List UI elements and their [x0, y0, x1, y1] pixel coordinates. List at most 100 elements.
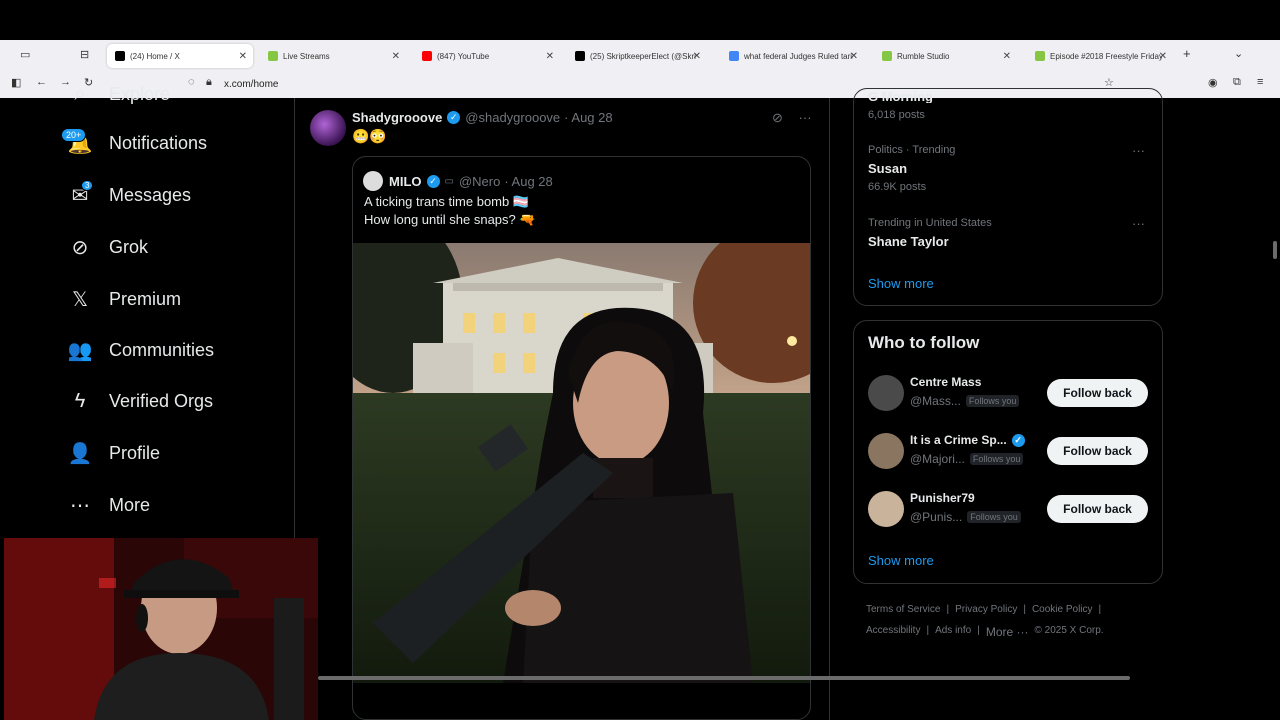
back-icon[interactable]: ← — [36, 76, 47, 88]
nav-item-notifications[interactable]: 🔔 Notifications — [66, 128, 208, 158]
footer-link[interactable]: More ··· — [986, 625, 1029, 639]
footer-link[interactable]: © 2025 X Corp. — [1035, 625, 1104, 639]
nav-label: Premium — [109, 288, 182, 309]
follow-suggestion-row[interactable]: Punisher79 @Punis... Follows you Follow bac… — [868, 489, 1153, 529]
grok-explain-icon[interactable]: ⊘ — [772, 110, 783, 125]
tab-close-icon[interactable]: ✕ — [239, 51, 247, 62]
tab-label: (25) SkriptkeeperElect (@Skript — [590, 51, 696, 61]
footer-separator: | — [926, 625, 930, 636]
follow-suggestion-row[interactable]: Centre Mass @Mass... Follows you Follow bac… — [868, 373, 1153, 413]
browser-tab[interactable]: Episode #2018 Freestyle Friday ✕ — [1027, 44, 1173, 68]
quote-photo-image — [353, 243, 810, 683]
lock-icon[interactable]: 🔒︎ — [206, 76, 212, 89]
nav-item-profile[interactable]: 👤 Profile — [66, 438, 160, 468]
trend-context: Trending in United States — [868, 217, 992, 229]
follows-you-badge: Follows you — [969, 453, 1024, 465]
tab-close-icon[interactable]: ✕ — [1159, 51, 1167, 62]
tab-label: Rumble Studio — [897, 51, 950, 61]
quote-text-line1: A ticking trans time bomb 🏳️‍⚧️ — [364, 194, 530, 209]
tweet-date[interactable]: · Aug 28 — [564, 110, 612, 125]
nav-explore-partial[interactable]: ⌕ Explore — [66, 84, 170, 104]
tweet-author-name[interactable]: Shadygrooove — [352, 110, 442, 125]
footer-link[interactable]: Terms of Service — [866, 604, 940, 615]
follow-back-button[interactable]: Follow back — [1047, 437, 1148, 465]
shield-icon[interactable]: ◌ — [188, 76, 195, 88]
tab-strip: ▭ ⊟ (24) Home / X ✕ Live Streams ✕ (847) You… — [0, 40, 1280, 70]
tab-overview-icon[interactable]: ⊟ — [80, 48, 89, 61]
trend-context: Politics · Trending — [868, 144, 956, 156]
tab-close-icon[interactable]: ✕ — [546, 51, 554, 62]
nav-label: Notifications — [109, 132, 208, 153]
footer-separator: | — [1023, 604, 1026, 615]
person-icon: 👤 — [67, 442, 93, 465]
trends-show-more[interactable]: Show more — [868, 276, 934, 291]
tweet-author-avatar[interactable] — [310, 110, 346, 146]
verified-badge-icon: ✓ — [447, 111, 461, 124]
avatar[interactable] — [868, 375, 904, 411]
tab-favicon-icon — [882, 51, 892, 61]
trend-more-icon[interactable]: ··· — [1132, 143, 1145, 158]
tab-favicon-icon — [575, 51, 585, 61]
footer-link[interactable]: Privacy Policy — [955, 604, 1017, 615]
footer-link[interactable]: Ads info — [935, 625, 971, 639]
more-circle-icon: ⋯ — [70, 494, 90, 517]
browser-tab[interactable]: (25) SkriptkeeperElect (@Skript ✕ — [567, 44, 707, 68]
nav-item-more[interactable]: ⋯ More — [66, 490, 150, 520]
avatar[interactable] — [868, 491, 904, 527]
account-icon[interactable]: ◉ — [1208, 76, 1218, 89]
new-tab-button[interactable]: + — [1183, 46, 1191, 61]
nav-label: More — [109, 494, 151, 515]
follow-suggestion-row[interactable]: It is a Crime Sp... ✓ @Majori... Follows yo… — [868, 431, 1153, 471]
sidebar-icon[interactable]: ◧ — [11, 76, 21, 89]
follow-back-button[interactable]: Follow back — [1047, 379, 1148, 407]
tab-list-chevron-icon[interactable]: ⌄ — [1234, 47, 1243, 60]
quoted-tweet[interactable]: MILO ✓ ▭ @Nero · Aug 28 A ticking trans … — [352, 156, 811, 720]
horizontal-scrollbar[interactable] — [318, 676, 1130, 680]
who-to-follow-show-more[interactable]: Show more — [868, 553, 934, 568]
search-icon: ⌕ — [74, 84, 86, 104]
avatar[interactable] — [868, 433, 904, 469]
browser-tab[interactable]: Live Streams ✕ — [260, 44, 406, 68]
tab-favicon-icon — [422, 51, 432, 61]
footer-links-row1: Terms of Service | Privacy Policy | Cookie P… — [866, 604, 1101, 615]
tab-close-icon[interactable]: ✕ — [392, 51, 400, 62]
browser-tab[interactable]: (24) Home / X ✕ — [107, 44, 253, 68]
tweet-more-icon[interactable]: ··· — [799, 110, 812, 125]
suggested-user-name: It is a Crime Sp... ✓ — [910, 433, 1030, 447]
nav-label: Communities — [109, 339, 215, 360]
trend-more-icon[interactable]: ··· — [1132, 216, 1145, 231]
quote-photo[interactable] — [353, 243, 810, 683]
menu-icon[interactable]: ≡ — [1257, 76, 1263, 88]
browser-tab[interactable]: (847) YouTube ✕ — [414, 44, 560, 68]
tweet-author-handle[interactable]: @shadygrooove — [465, 110, 560, 125]
tab-favicon-icon — [268, 51, 278, 61]
tab-close-icon[interactable]: ✕ — [693, 51, 701, 62]
tab-favicon-icon — [1035, 51, 1045, 61]
nav-label: Messages — [109, 184, 192, 205]
footer-link[interactable]: Accessibility — [866, 625, 920, 639]
trend-partial-title[interactable]: G Morning — [868, 89, 933, 103]
nav-item-premium[interactable]: 𝕏 Premium — [66, 284, 181, 314]
quote-date: · Aug 28 — [504, 173, 553, 189]
extensions-icon[interactable]: ⧉ — [1233, 76, 1241, 89]
tab-label: (24) Home / X — [130, 51, 180, 61]
tab-favicon-icon — [729, 51, 739, 61]
trend-posts: 66.9K posts — [868, 181, 927, 193]
browser-tab[interactable]: Rumble Studio ✕ — [874, 44, 1017, 68]
browser-tab[interactable]: what federal Judges Ruled tarif ✕ — [721, 44, 864, 68]
tab-close-icon[interactable]: ✕ — [850, 51, 858, 62]
nav-item-grok[interactable]: ⊘ Grok — [66, 232, 148, 262]
tweet-text: 😬😳 — [352, 128, 387, 144]
notifications-badge: 20+ — [61, 128, 87, 142]
tab-close-icon[interactable]: ✕ — [1003, 51, 1011, 62]
suggested-user-handle: @Punis... Follows you — [910, 510, 1021, 524]
nav-item-verified-orgs[interactable]: ϟ Verified Orgs — [66, 386, 213, 416]
footer-link[interactable]: Cookie Policy — [1032, 604, 1093, 615]
follow-back-button[interactable]: Follow back — [1047, 495, 1148, 523]
vertical-scrollbar[interactable] — [1273, 241, 1277, 259]
nav-item-communities[interactable]: 👥 Communities — [66, 335, 214, 365]
affiliate-badge-icon: ▭ — [444, 175, 454, 187]
sidebar-toggle-icon[interactable]: ▭ — [20, 48, 30, 61]
follows-you-badge: Follows you — [965, 395, 1020, 407]
url-text: x.com/home — [224, 78, 279, 90]
